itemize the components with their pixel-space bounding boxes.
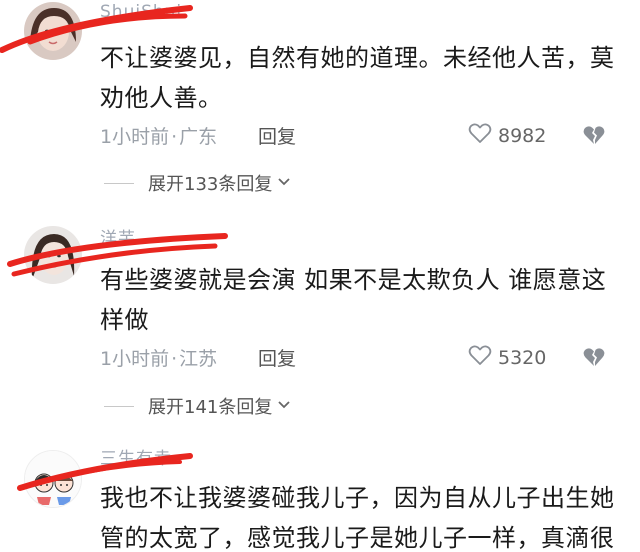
comment-location: 江苏 [179,348,218,370]
username[interactable]: 洋芋 [100,224,136,249]
expand-replies-button[interactable]: 展开133条回复 [104,170,292,196]
expand-replies-button[interactable]: 展开141条回复 [104,393,292,419]
like-button[interactable]: 5320 [468,344,546,371]
username[interactable]: 三生有幸 [100,444,172,469]
chevron-down-icon [272,396,292,417]
divider [104,182,134,184]
avatar[interactable] [24,450,82,508]
comment-item: ShuiShui 不让婆婆见，自然有她的道理。未经他人苦，莫劝他人善。 1小时前… [0,0,640,205]
dislike-button[interactable] [582,124,606,150]
reply-button[interactable]: 回复 [258,122,296,149]
heart-outline-icon [468,122,492,149]
meta-separator: · [171,126,178,148]
chevron-down-icon [272,173,292,194]
expand-replies-label: 展开141条回复 [148,397,273,418]
comment-location: 广东 [179,126,218,148]
comment-time: 1小时前 [100,126,170,148]
comment-meta: 1小时前 · 广东 [100,122,217,149]
comment-text: 有些婆婆就是会演 如果不是太欺负人 谁愿意这样做 [100,266,607,334]
like-count: 5320 [498,346,547,369]
comment-item: 三生有幸 我也不让我婆婆碰我儿子，因为自从儿子出生她管的太宽了，感觉我儿子是她儿… [0,440,640,552]
comment-item: 洋芋 有些婆婆就是会演 如果不是太欺负人 谁愿意这样做 1小时前 · 江苏 回复 5… [0,220,640,430]
heart-outline-icon [468,344,492,371]
like-count: 8982 [498,124,547,147]
comment-meta: 1小时前 · 江苏 [100,344,217,371]
comment-time: 1小时前 [100,348,170,370]
meta-separator: · [171,348,178,370]
avatar[interactable] [24,226,82,284]
like-button[interactable]: 8982 [468,122,546,149]
divider [104,405,134,407]
broken-heart-icon [582,126,606,150]
dislike-button[interactable] [582,346,606,372]
reply-button[interactable]: 回复 [258,344,296,371]
comment-text: 我也不让我婆婆碰我儿子，因为自从儿子出生她管的太宽了，感觉我儿子是她儿子一样，真… [100,484,615,552]
username[interactable]: ShuiShui [100,2,182,22]
comment-text: 不让婆婆见，自然有她的道理。未经他人苦，莫劝他人善。 [100,44,615,112]
broken-heart-icon [582,348,606,372]
expand-replies-label: 展开133条回复 [148,174,273,195]
avatar[interactable] [24,2,82,60]
